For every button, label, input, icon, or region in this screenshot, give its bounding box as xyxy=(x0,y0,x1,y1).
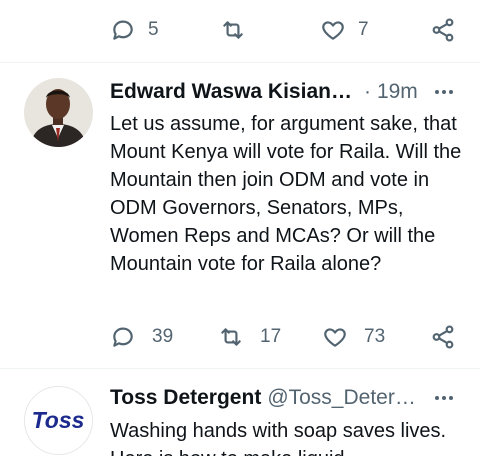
like-count: 73 xyxy=(364,326,386,347)
tweet-header: Toss Detergent @Toss_Deter… xyxy=(110,383,460,413)
reply-count: 5 xyxy=(148,19,159,40)
like-count: 7 xyxy=(358,19,369,40)
more-icon xyxy=(435,396,439,400)
tweet-text: Let us assume, for argument sake, that M… xyxy=(110,113,462,275)
retweet-button[interactable] xyxy=(220,15,246,45)
retweet-icon xyxy=(223,21,243,39)
reply-icon xyxy=(113,20,133,40)
reply-icon xyxy=(113,327,133,347)
retweet-button[interactable]: 17 xyxy=(218,322,281,352)
like-button[interactable]: 7 xyxy=(320,15,369,45)
share-icon xyxy=(432,18,454,42)
toss-logo-text: Toss xyxy=(32,407,85,433)
tweet-text: Washing hands with soap saves lives. Her… xyxy=(110,420,447,456)
like-button[interactable]: 73 xyxy=(322,322,385,352)
avatar[interactable]: Toss xyxy=(24,386,93,455)
share-button[interactable] xyxy=(430,15,456,45)
retweet-icon xyxy=(221,328,241,346)
like-icon xyxy=(322,21,344,40)
author-name[interactable]: Edward Waswa Kisian… xyxy=(110,80,352,104)
more-options-button[interactable] xyxy=(432,383,456,413)
author-name[interactable]: Toss Detergent xyxy=(110,386,261,410)
tweet-edward[interactable]: Edward Waswa Kisian… · 19m Let us assume… xyxy=(0,63,480,368)
share-icon xyxy=(432,325,454,349)
like-icon xyxy=(324,328,346,347)
more-options-button[interactable] xyxy=(432,77,456,107)
reply-count: 39 xyxy=(152,326,174,347)
tweet-header: Edward Waswa Kisian… · 19m xyxy=(110,77,460,107)
retweet-count: 17 xyxy=(260,326,282,347)
more-icon xyxy=(435,90,439,94)
reply-button[interactable]: 39 xyxy=(110,322,173,352)
tweet-toss[interactable]: Toss Toss Detergent @Toss_Deter… Washing… xyxy=(0,369,480,456)
tweet-actions: 39 17 73 xyxy=(0,322,480,352)
timestamp[interactable]: 19m xyxy=(377,80,418,104)
author-handle[interactable]: @Toss_Deter… xyxy=(267,386,416,410)
avatar[interactable] xyxy=(24,78,93,147)
previous-tweet-actions: 5 7 xyxy=(0,15,480,45)
share-button[interactable] xyxy=(430,322,456,352)
reply-button[interactable]: 5 xyxy=(110,15,159,45)
separator-dot: · xyxy=(363,80,371,103)
